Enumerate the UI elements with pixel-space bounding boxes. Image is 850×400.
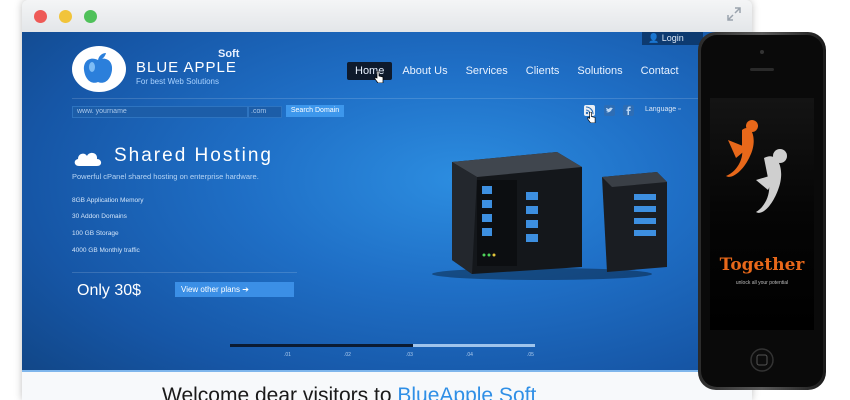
slider-label[interactable]: .03 [406, 352, 413, 358]
phone-tagline: unlock all your potential [736, 280, 788, 286]
domain-search-input[interactable]: www. yourname [72, 106, 248, 118]
hero-title: Shared Hosting [114, 145, 273, 166]
slider-label[interactable]: .05 [527, 352, 534, 358]
apple-logo-icon [83, 53, 113, 83]
browser-window: 👤 Login Soft BLUE APPLE For best Web Sol… [22, 0, 752, 400]
feature-item: 30 Addon Domains [72, 213, 127, 220]
minimize-window-button[interactable] [59, 10, 72, 23]
header-divider [72, 98, 722, 99]
smartphone-mockup: Together unlock all your potential [698, 32, 826, 390]
slider-label[interactable]: .02 [344, 352, 351, 358]
main-nav: Home About Us Services Clients Solutions… [347, 62, 689, 80]
nav-clients[interactable]: Clients [518, 62, 568, 80]
language-label: Language [645, 106, 677, 113]
language-selector[interactable]: Language ▫ [645, 106, 681, 113]
slider-label[interactable]: .04 [466, 352, 473, 358]
nav-home[interactable]: Home [347, 62, 393, 80]
facebook-icon[interactable] [623, 105, 634, 116]
feature-item: 8GB Application Memory [72, 197, 144, 204]
feature-item: 100 GB Storage [72, 230, 119, 237]
domain-extension-select[interactable]: .com [248, 106, 282, 118]
close-window-button[interactable] [34, 10, 47, 23]
nav-about-us[interactable]: About Us [394, 62, 455, 80]
twitter-icon[interactable] [604, 105, 615, 116]
welcome-accent: BlueApple Soft [397, 384, 537, 400]
welcome-prefix: Welcome dear visitors to [162, 384, 398, 400]
phone-brand: Together [720, 255, 806, 275]
view-plans-button[interactable]: View other plans ➔ [175, 282, 294, 297]
feature-item: 4000 GB Monthly traffic [72, 247, 140, 254]
slider-label[interactable]: .01 [284, 352, 291, 358]
price-divider [72, 272, 297, 273]
hand-cursor-icon [374, 71, 384, 83]
welcome-heading: Welcome dear visitors to BlueApple Soft [162, 384, 536, 400]
login-label: Login [661, 33, 684, 43]
website-viewport: 👤 Login Soft BLUE APPLE For best Web Sol… [22, 32, 752, 400]
slider-progress-fill [230, 344, 413, 347]
nav-solutions[interactable]: Solutions [569, 62, 630, 80]
hand-cursor-icon [587, 112, 596, 123]
server-rack-illustration [432, 152, 667, 280]
cloud-icon [74, 152, 102, 166]
brand-tagline: For best Web Solutions [136, 77, 220, 86]
maximize-window-button[interactable] [84, 10, 97, 23]
hero-subtitle: Powerful cPanel shared hosting on enterp… [72, 172, 259, 181]
view-plans-label: View other plans [181, 285, 240, 294]
browser-chrome [22, 0, 752, 33]
search-domain-button[interactable]: Search Domain [286, 105, 344, 117]
nav-contact[interactable]: Contact [633, 62, 687, 80]
brand-name: BLUE APPLE [136, 59, 237, 76]
expand-icon[interactable] [726, 6, 742, 22]
nav-services[interactable]: Services [458, 62, 516, 80]
price-label: Only 30$ [77, 282, 142, 299]
